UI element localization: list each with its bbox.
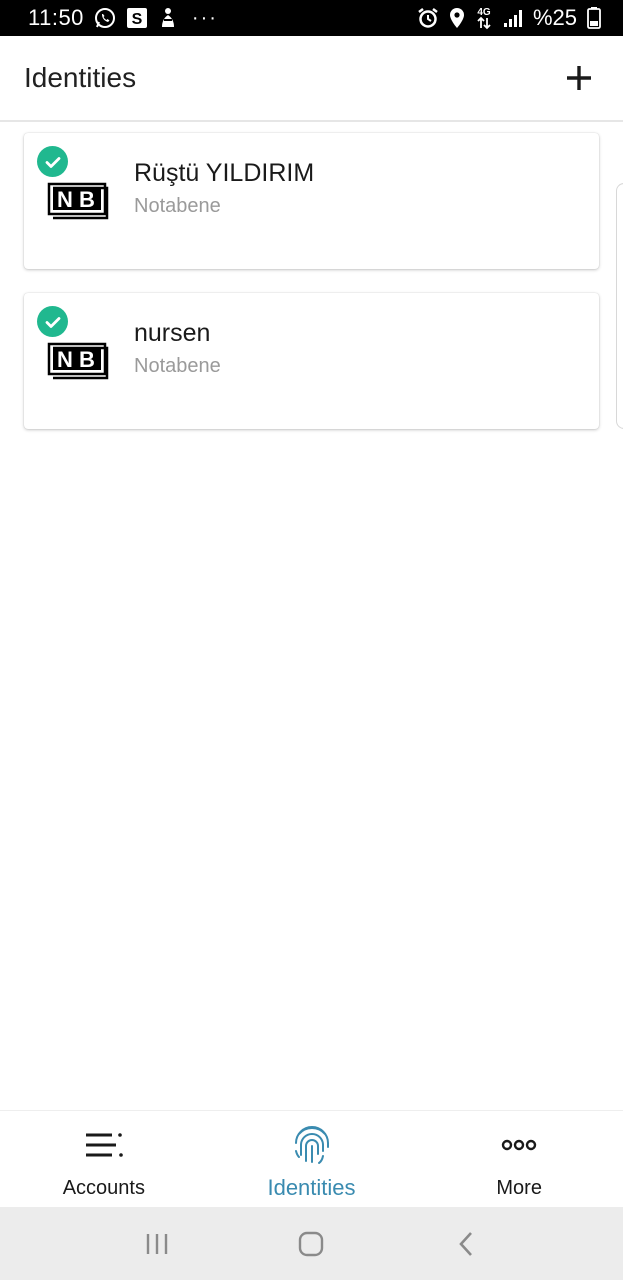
notabene-logo: N B bbox=[47, 180, 109, 220]
screen: 11:50 S ··· 4G %25 Identities N B Rüştü … bbox=[0, 0, 623, 1280]
logo-letter-n: N bbox=[57, 347, 73, 372]
notabene-logo: N B bbox=[47, 340, 109, 380]
identity-name: nursen bbox=[134, 319, 211, 347]
logo-letter-b: B bbox=[79, 347, 95, 372]
location-icon bbox=[449, 7, 465, 29]
status-bar: 11:50 S ··· 4G %25 bbox=[0, 0, 623, 36]
back-button[interactable] bbox=[436, 1219, 496, 1269]
identity-card[interactable]: N B Rüştü YILDIRIM Notabene bbox=[24, 133, 599, 269]
home-button[interactable] bbox=[281, 1219, 341, 1269]
logo-letter-n: N bbox=[57, 187, 73, 212]
network-type-label: 4G bbox=[477, 7, 491, 18]
verified-check-icon bbox=[37, 306, 68, 337]
status-bar-right: 4G %25 bbox=[417, 5, 601, 31]
battery-percent: %25 bbox=[532, 5, 577, 30]
system-nav-bar bbox=[0, 1207, 623, 1280]
hand-icon bbox=[158, 7, 178, 29]
signal-icon bbox=[503, 8, 523, 28]
logo-letter-b: B bbox=[79, 187, 95, 212]
plus-icon bbox=[567, 66, 591, 90]
bottom-nav: Accounts Identities More bbox=[0, 1110, 623, 1207]
fingerprint-icon bbox=[293, 1125, 331, 1165]
nav-accounts-label: Accounts bbox=[62, 1177, 145, 1199]
verified-check-icon bbox=[37, 146, 68, 177]
offscreen-card-edge bbox=[616, 183, 623, 429]
battery-icon bbox=[587, 7, 601, 29]
back-chevron-icon bbox=[459, 1231, 472, 1256]
identity-card[interactable]: N B nursen Notabene bbox=[24, 293, 599, 429]
whatsapp-icon bbox=[94, 7, 116, 29]
status-overflow: ··· bbox=[191, 6, 218, 29]
nav-identities[interactable]: Identities bbox=[208, 1111, 416, 1207]
nav-accounts[interactable]: Accounts bbox=[0, 1111, 208, 1207]
s-app-icon: S bbox=[126, 7, 148, 29]
status-bar-left: 11:50 S ··· bbox=[28, 5, 218, 31]
accounts-list-icon bbox=[84, 1125, 124, 1165]
alarm-icon bbox=[417, 7, 439, 29]
more-dots-icon bbox=[501, 1125, 537, 1165]
nav-identities-label: Identities bbox=[267, 1175, 356, 1200]
recent-apps-button[interactable] bbox=[127, 1219, 187, 1269]
nav-more[interactable]: More bbox=[415, 1111, 623, 1207]
add-identity-button[interactable] bbox=[559, 58, 599, 98]
nav-more-label: More bbox=[496, 1177, 542, 1199]
home-icon bbox=[299, 1231, 324, 1256]
identity-provider: Notabene bbox=[134, 195, 221, 217]
app-bar: Identities bbox=[0, 36, 623, 122]
data-arrows-icon: 4G bbox=[475, 6, 493, 30]
status-time: 11:50 bbox=[28, 5, 84, 30]
identity-name: Rüştü YILDIRIM bbox=[134, 159, 315, 187]
svg-text:S: S bbox=[132, 11, 143, 28]
page-title: Identities bbox=[24, 62, 137, 93]
recents-icon bbox=[146, 1233, 168, 1254]
identity-provider: Notabene bbox=[134, 355, 221, 377]
